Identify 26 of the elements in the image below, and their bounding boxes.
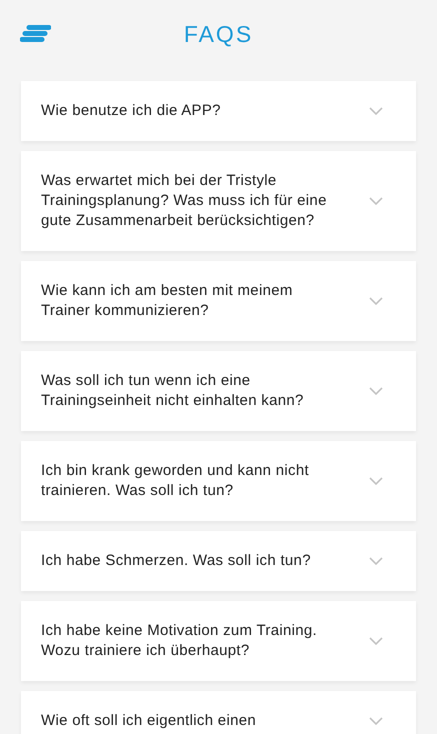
faq-item[interactable]: Was erwartet mich bei der Tristyle Trainingsplanung? Was muss ich für eine gute Zusammenarbeit berücksichtigen? <box>21 151 416 251</box>
chevron-icon <box>369 637 383 645</box>
chevron-icon <box>369 477 383 485</box>
chevron-icon <box>369 387 383 395</box>
faq-question: Wie benutze ich die APP? <box>41 101 221 121</box>
faq-item[interactable]: Wie kann ich am besten mit meinem Trainer kommunizieren? <box>21 261 416 341</box>
chevron-icon <box>369 717 383 725</box>
menu-icon[interactable] <box>19 24 52 43</box>
faq-question: Ich habe keine Motivation zum Training. Wozu trainiere ich überhaupt? <box>41 621 318 661</box>
chevron-icon <box>369 197 383 205</box>
faq-item[interactable]: Ich habe keine Motivation zum Training. Wozu trainiere ich überhaupt? <box>21 601 416 681</box>
faq-question: Was erwartet mich bei der Tristyle Trainingsplanung? Was muss ich für eine gute Zusammenarbeit berücksichtigen? <box>41 171 328 231</box>
faq-item[interactable]: Wie benutze ich die APP? <box>21 81 416 141</box>
chevron-icon <box>369 297 383 305</box>
faq-item[interactable]: Ich habe Schmerzen. Was soll ich tun? <box>21 531 416 591</box>
faq-question: Ich bin krank geworden und kann nicht trainieren. Was soll ich tun? <box>41 461 310 501</box>
page-title: FAQS <box>184 21 254 48</box>
faq-item[interactable]: Was soll ich tun wenn ich eine Trainingseinheit nicht einhalten kann? <box>21 351 416 431</box>
faq-question: Wie oft soll ich eigentlich einen <box>41 711 256 731</box>
faq-question: Ich habe Schmerzen. Was soll ich tun? <box>41 551 311 571</box>
faq-item[interactable]: Wie oft soll ich eigentlich einen <box>21 691 416 734</box>
faq-item[interactable]: Ich bin krank geworden und kann nicht trainieren. Was soll ich tun? <box>21 441 416 521</box>
chevron-icon <box>369 557 383 565</box>
chevron-icon <box>369 107 383 115</box>
faq-question: Was soll ich tun wenn ich eine Trainingseinheit nicht einhalten kann? <box>41 371 305 411</box>
faq-question: Wie kann ich am besten mit meinem Trainer kommunizieren? <box>41 281 294 321</box>
